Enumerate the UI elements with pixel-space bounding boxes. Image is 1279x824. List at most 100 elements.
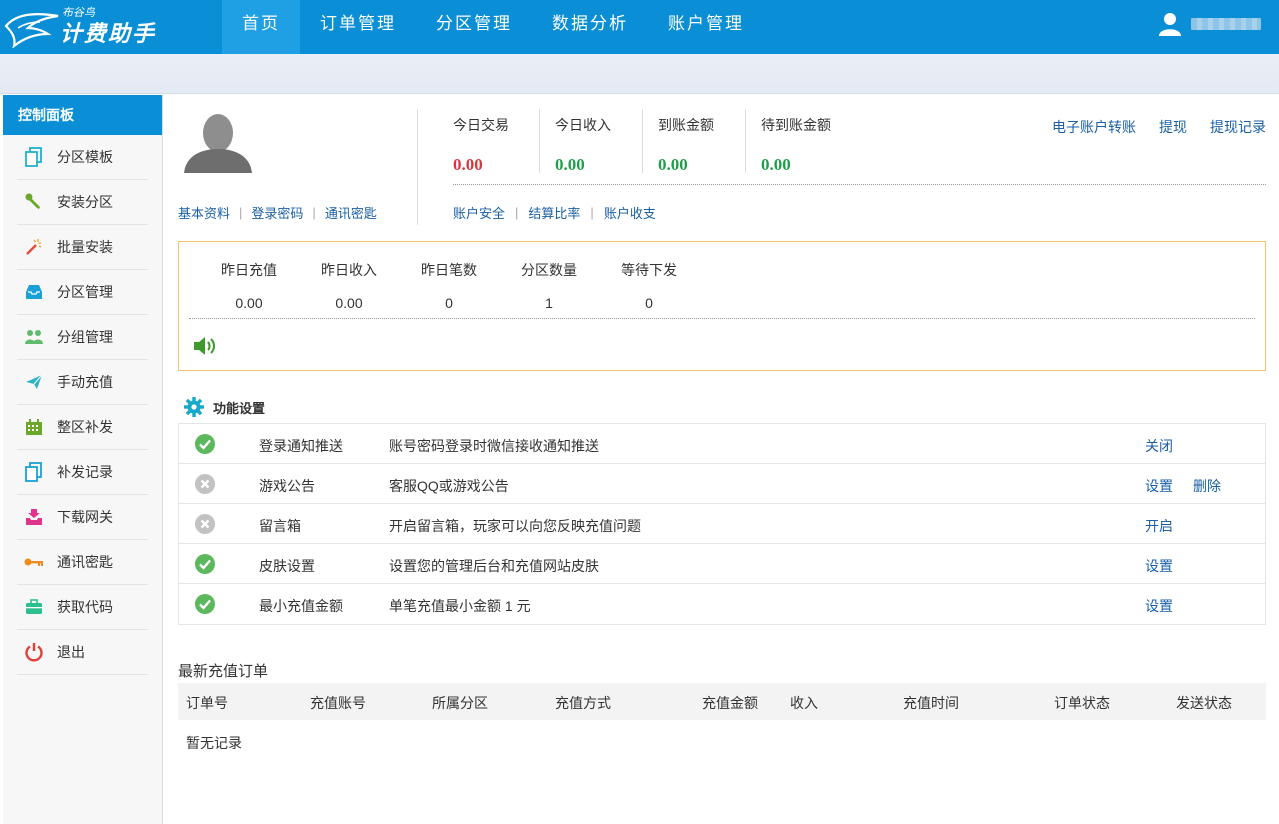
calendar-icon: [23, 416, 45, 438]
function-row-skin: 皮肤设置 设置您的管理后台和充值网站皮肤 设置: [179, 544, 1265, 584]
stat-value: 0: [445, 295, 453, 311]
stat-arrived-amount: 到账金额 0.00: [643, 115, 745, 175]
stat-label: 今日收入: [555, 117, 611, 133]
stat-value: 0.00: [761, 155, 791, 174]
username-blurred: [1191, 18, 1261, 30]
avatar[interactable]: [178, 109, 256, 173]
sidebar-item-install-zone[interactable]: 安装分区: [17, 180, 148, 225]
magic-wand-icon: [23, 236, 45, 258]
function-row-min-recharge: 最小充值金额 单笔充值最小金额 1 元 设置: [179, 584, 1265, 624]
sidebar-item-group-manage[interactable]: 分组管理: [17, 315, 148, 360]
separator: |: [515, 205, 519, 220]
settings-link[interactable]: 设置: [1145, 596, 1173, 616]
sidebar-item-comm-key[interactable]: 通讯密匙: [17, 540, 148, 585]
x-circle-icon: [195, 474, 215, 494]
sidebar-item-batch-install[interactable]: 批量安装: [17, 225, 148, 270]
column-header: 充值时间: [903, 695, 959, 711]
yesterday-panel: 昨日充值 0.00 昨日收入 0.00 昨日笔数 0 分区数量 1 等待下发 0: [178, 241, 1266, 371]
sidebar: 控制面板 分区模板 安装分区 批量安装 分区管理 分组管理 手动充值 整区补发 …: [3, 95, 163, 824]
basic-info-link[interactable]: 基本资料: [178, 203, 230, 222]
separator: |: [239, 205, 243, 220]
sidebar-item-zone-reissue[interactable]: 整区补发: [17, 405, 148, 450]
user-icon: [1159, 13, 1181, 36]
stat-value: 0.00: [658, 155, 688, 174]
user-menu[interactable]: [1159, 12, 1261, 36]
top-navbar: 布谷鸟 计费助手 首页 订单管理 分区管理 数据分析 账户管理: [0, 0, 1279, 54]
stat-today-trade: 今日交易 0.00: [453, 115, 539, 175]
stat-label: 分区数量: [521, 262, 577, 278]
comm-key-link[interactable]: 通讯密匙: [325, 203, 377, 222]
nav-zones[interactable]: 分区管理: [416, 0, 532, 54]
withdraw-link[interactable]: 提现: [1159, 117, 1187, 137]
account-links: 电子账户转账 提现 提现记录: [1052, 117, 1266, 137]
account-ledger-link[interactable]: 账户收支: [604, 203, 656, 222]
function-desc: 客服QQ或游戏公告: [389, 478, 509, 494]
nav-analytics[interactable]: 数据分析: [532, 0, 648, 54]
speaker-icon[interactable]: [193, 334, 219, 358]
nav-home[interactable]: 首页: [222, 0, 300, 54]
sidebar-item-get-code[interactable]: 获取代码: [17, 585, 148, 630]
yesterday-income: 昨日收入 0.00: [299, 260, 399, 311]
stat-value: 1: [545, 295, 553, 311]
function-name: 最小充值金额: [259, 598, 343, 614]
sidebar-item-manual-recharge[interactable]: 手动充值: [17, 360, 148, 405]
function-row-game-notice: 游戏公告 客服QQ或游戏公告 设置 删除: [179, 464, 1265, 504]
key-icon: [23, 551, 45, 573]
stat-label: 待到账金额: [761, 117, 831, 133]
check-circle-icon: [195, 434, 215, 454]
stat-value: 0.00: [555, 155, 585, 174]
check-circle-icon: [195, 594, 215, 614]
enable-link[interactable]: 开启: [1145, 516, 1173, 536]
inbox-icon: [23, 281, 45, 303]
sidebar-item-reissue-log[interactable]: 补发记录: [17, 450, 148, 495]
column-header: 订单状态: [1054, 695, 1110, 711]
sidebar-item-label: 分组管理: [57, 329, 113, 345]
nav-account[interactable]: 账户管理: [648, 0, 764, 54]
sidebar-item-label: 整区补发: [57, 419, 113, 435]
dotted-divider: [189, 318, 1255, 319]
paper-plane-icon: [23, 371, 45, 393]
e-account-transfer-link[interactable]: 电子账户转账: [1052, 117, 1136, 137]
logo[interactable]: 布谷鸟 计费助手: [4, 2, 174, 52]
profile-links: 基本资料 | 登录密码 | 通讯密匙: [178, 203, 377, 222]
sidebar-item-zone-template[interactable]: 分区模板: [17, 135, 148, 180]
function-name: 留言箱: [259, 518, 301, 534]
stat-value: 0.00: [335, 295, 363, 311]
withdraw-records-link[interactable]: 提现记录: [1210, 117, 1266, 137]
sidebar-item-label: 分区模板: [57, 149, 113, 165]
settings-link[interactable]: 设置: [1145, 556, 1173, 576]
sidebar-item-download-gateway[interactable]: 下载网关: [17, 495, 148, 540]
dotted-divider: [453, 184, 1266, 185]
recent-orders-title: 最新充值订单: [178, 663, 269, 680]
sidebar-item-label: 退出: [57, 644, 85, 660]
users-icon: [23, 326, 45, 348]
stat-label: 等待下发: [621, 262, 677, 278]
nav-orders[interactable]: 订单管理: [300, 0, 416, 54]
sidebar-item-label: 安装分区: [57, 194, 113, 210]
column-header: 充值账号: [310, 695, 366, 711]
stat-label: 昨日笔数: [421, 262, 477, 278]
login-password-link[interactable]: 登录密码: [251, 203, 303, 222]
briefcase-icon: [23, 596, 45, 618]
orders-empty-message: 暂无记录: [186, 735, 242, 751]
gear-icon: [184, 397, 204, 417]
settlement-ratio-link[interactable]: 结算比率: [528, 203, 580, 222]
column-header: 充值方式: [555, 695, 611, 711]
orders-table-header: 订单号 充值账号 所属分区 充值方式 充值金额 收入 充值时间 订单状态 发送状…: [178, 683, 1266, 720]
stat-value: 0.00: [453, 155, 483, 174]
function-row-message-box: 留言箱 开启留言箱，玩家可以向您反映充值问题 开启: [179, 504, 1265, 544]
wrench-icon: [23, 191, 45, 213]
stat-value: 0.00: [235, 295, 263, 311]
stat-value: 0: [645, 295, 653, 311]
logo-title: 计费助手: [60, 21, 157, 46]
sidebar-item-zone-manage[interactable]: 分区管理: [17, 270, 148, 315]
column-header: 订单号: [186, 695, 228, 711]
stat-pending-amount: 待到账金额 0.00: [746, 115, 856, 175]
delete-link[interactable]: 删除: [1193, 476, 1221, 496]
close-link[interactable]: 关闭: [1145, 436, 1173, 456]
sidebar-item-label: 下载网关: [57, 509, 113, 525]
sidebar-item-logout[interactable]: 退出: [17, 630, 148, 675]
settings-link[interactable]: 设置: [1145, 476, 1173, 496]
account-security-link[interactable]: 账户安全: [453, 203, 505, 222]
function-name: 游戏公告: [259, 478, 315, 494]
